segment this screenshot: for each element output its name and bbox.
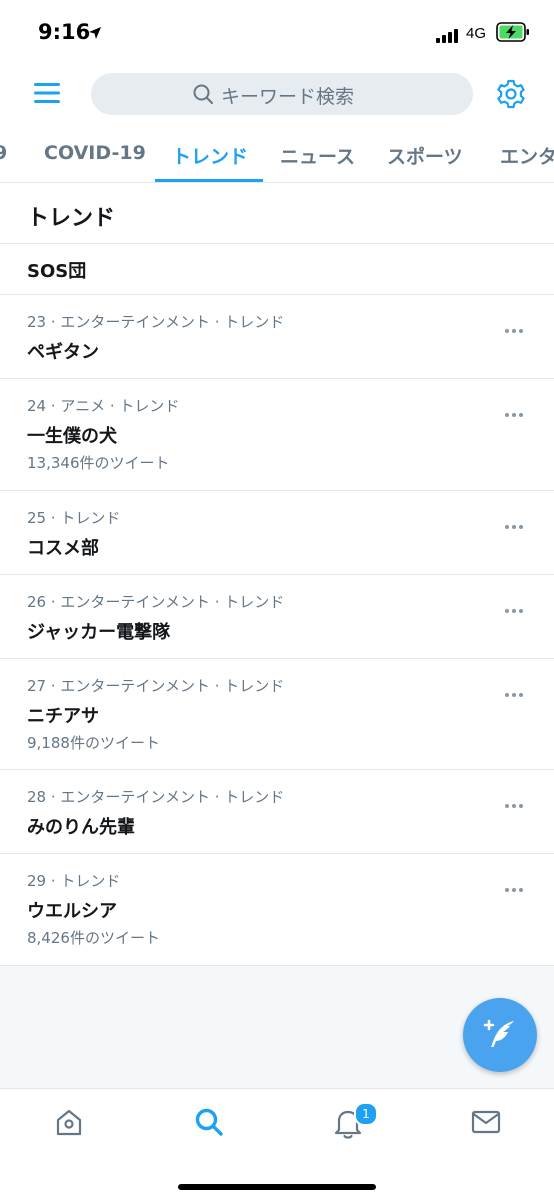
more-options-icon[interactable] bbox=[504, 794, 524, 813]
trend-name: SOS団 bbox=[27, 261, 87, 282]
notification-count-badge: 1 bbox=[354, 1102, 378, 1126]
trend-tweet-count: 9,188件のツイート bbox=[27, 734, 160, 752]
trend-meta: 23 · エンターテインメント · トレンド bbox=[27, 313, 285, 331]
home-indicator[interactable] bbox=[178, 1184, 376, 1190]
compose-feather-icon bbox=[483, 1019, 514, 1047]
tab-covid-19[interactable]: COVID-19 bbox=[44, 142, 146, 164]
trend-name: みのりん先輩 bbox=[27, 817, 135, 838]
trend-item[interactable]: 27 · エンターテインメント · トレンド ニチアサ 9,188件のツイート bbox=[0, 659, 554, 770]
tab-entertainment[interactable]: エンタ bbox=[500, 142, 554, 169]
messages-mail-icon[interactable] bbox=[471, 1107, 501, 1141]
trend-item[interactable]: 23 · エンターテインメント · トレンド ペギタン bbox=[0, 295, 554, 379]
status-time: 9:16 bbox=[38, 20, 91, 44]
trend-item[interactable]: 29 · トレンド ウエルシア 8,426件のツイート bbox=[0, 854, 554, 966]
settings-gear-icon[interactable] bbox=[495, 78, 527, 114]
more-options-icon[interactable] bbox=[504, 515, 524, 534]
search-icon[interactable] bbox=[194, 1107, 224, 1141]
battery-charging-icon bbox=[496, 22, 530, 46]
trend-meta: 24 · アニメ · トレンド bbox=[27, 397, 180, 415]
trend-meta: 26 · エンターテインメント · トレンド bbox=[27, 593, 285, 611]
home-icon[interactable] bbox=[54, 1107, 84, 1141]
status-bar: 9:16 4G bbox=[0, 0, 554, 66]
bottom-tab-bar: 1 bbox=[0, 1088, 554, 1201]
trend-meta: 29 · トレンド bbox=[27, 872, 121, 890]
tab-news[interactable]: ニュース bbox=[280, 142, 355, 169]
tab-trends[interactable]: トレンド bbox=[172, 142, 248, 169]
trend-name: コスメ部 bbox=[27, 538, 99, 559]
trend-item[interactable]: 26 · エンターテインメント · トレンド ジャッカー電撃隊 bbox=[0, 575, 554, 659]
trend-meta: 28 · エンターテインメント · トレンド bbox=[27, 788, 285, 806]
cellular-signal-icon bbox=[436, 28, 460, 47]
more-options-icon[interactable] bbox=[504, 319, 524, 338]
explore-tabs: 9 COVID-19 トレンド ニュース スポーツ エンタ bbox=[0, 128, 554, 183]
more-options-icon[interactable] bbox=[504, 683, 524, 702]
trend-item[interactable]: 25 · トレンド コスメ部 bbox=[0, 491, 554, 575]
trend-name: ジャッカー電撃隊 bbox=[27, 622, 171, 643]
trend-name: ニチアサ bbox=[27, 706, 99, 727]
search-icon bbox=[193, 84, 213, 108]
more-options-icon[interactable] bbox=[504, 878, 524, 897]
section-title: トレンド bbox=[27, 206, 116, 231]
trend-tweet-count: 8,426件のツイート bbox=[27, 929, 160, 947]
more-options-icon[interactable] bbox=[504, 599, 524, 618]
compose-tweet-button[interactable] bbox=[463, 998, 537, 1072]
network-type: 4G bbox=[466, 25, 487, 42]
search-input[interactable]: キーワード検索 bbox=[91, 73, 473, 115]
search-placeholder: キーワード検索 bbox=[221, 86, 355, 108]
tab-partial[interactable]: 9 bbox=[0, 142, 7, 164]
trend-name: ペギタン bbox=[27, 342, 99, 363]
menu-icon[interactable] bbox=[34, 82, 60, 108]
trend-meta: 25 · トレンド bbox=[27, 509, 121, 527]
trend-meta: 27 · エンターテインメント · トレンド bbox=[27, 677, 285, 695]
location-arrow-icon bbox=[88, 25, 102, 44]
trend-name: ウエルシア bbox=[27, 901, 117, 922]
trend-item[interactable]: 24 · アニメ · トレンド 一生僕の犬 13,346件のツイート bbox=[0, 379, 554, 491]
trend-name: 一生僕の犬 bbox=[27, 426, 117, 447]
trend-item[interactable]: SOS団 bbox=[0, 244, 554, 295]
active-tab-indicator bbox=[155, 179, 263, 182]
more-options-icon[interactable] bbox=[504, 403, 524, 422]
trend-item[interactable]: 28 · エンターテインメント · トレンド みのりん先輩 bbox=[0, 770, 554, 854]
trend-tweet-count: 13,346件のツイート bbox=[27, 454, 170, 472]
tab-sports[interactable]: スポーツ bbox=[387, 142, 463, 169]
